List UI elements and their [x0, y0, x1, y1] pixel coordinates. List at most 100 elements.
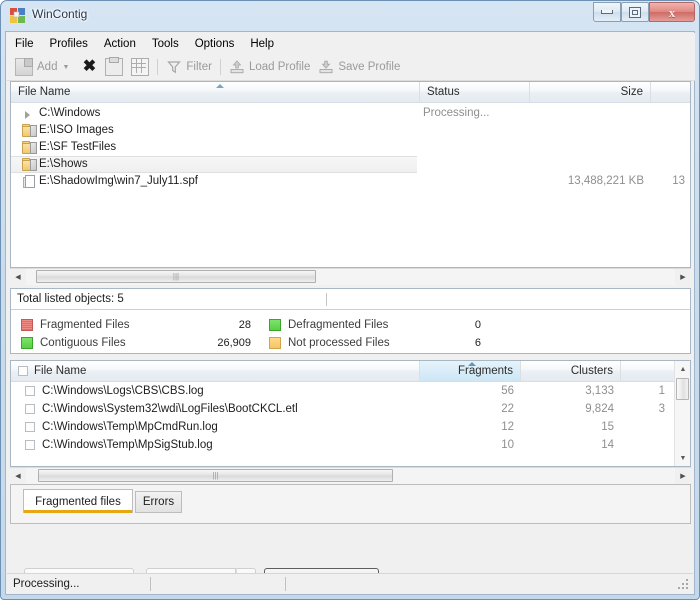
expander-triangle-icon[interactable]	[25, 111, 30, 119]
cell-size: 13,488,221 KB	[567, 175, 644, 187]
menu-action[interactable]: Action	[96, 35, 144, 53]
status-text: Processing...	[13, 577, 80, 590]
cell-status: Processing...	[423, 107, 490, 119]
table-row[interactable]: C:\Windows Processing...	[11, 105, 690, 122]
not-processed-color-swatch	[269, 337, 281, 349]
table-row[interactable]: C:\Windows\Logs\CBS\CBS.log 56 3,133 1	[11, 382, 673, 400]
close-button[interactable]: x	[649, 2, 695, 22]
toolbar-filter-button[interactable]: Filter	[162, 55, 216, 79]
table-row[interactable]: E:\ISO Images	[11, 122, 690, 139]
stat-value-fragmented: 28	[238, 319, 251, 331]
summary-panel: Total listed objects: 5 Fragmented Files…	[10, 288, 691, 354]
cell-fragments: 12	[501, 421, 514, 433]
stat-value-contiguous: 26,909	[217, 337, 251, 349]
total-objects-label: Total listed objects: 5	[17, 293, 124, 305]
table-row[interactable]: C:\Windows\Temp\MpCmdRun.log 12 15	[11, 418, 673, 436]
stat-label: Not processed Files	[288, 337, 390, 349]
toolbar-delete-button[interactable]: ✖	[77, 55, 101, 79]
stat-label: Defragmented Files	[288, 319, 389, 331]
folder-icon	[22, 124, 37, 137]
menu-file[interactable]: File	[7, 35, 42, 53]
column-header-size[interactable]: Size	[530, 82, 651, 102]
cell-file-name: E:\SF TestFiles	[39, 141, 117, 153]
client-area: File Profiles Action Tools Options Help …	[5, 31, 695, 595]
toolbar-save-profile-label: Save Profile	[338, 61, 401, 73]
table-row[interactable]: C:\Windows\Temp\MpSigStub.log 10 14	[11, 436, 673, 454]
maximize-button[interactable]	[621, 2, 649, 22]
status-separator-2	[285, 577, 286, 591]
chevron-down-icon[interactable]: ▼	[62, 64, 69, 71]
hscroll-thumb[interactable]: |||	[36, 269, 316, 283]
top-list-hscrollbar[interactable]: ◀ ||| ▶	[10, 268, 691, 285]
tool-bar: Add ▼ ✖ Filter Load Profile Save Profile	[7, 54, 695, 81]
toolbar-grid-button[interactable]	[127, 55, 153, 79]
toolbar-clipboard-button[interactable]	[101, 55, 127, 79]
toolbar-add-label: Add	[37, 61, 58, 73]
table-row-selected[interactable]: E:\Shows	[11, 156, 417, 173]
tab-errors[interactable]: Errors	[135, 491, 182, 513]
cell-file-name: C:\Windows\Temp\MpCmdRun.log	[42, 421, 218, 433]
column-header-extra[interactable]	[651, 82, 690, 102]
hscroll-track-2[interactable]: |||	[26, 467, 675, 484]
scroll-up-arrow[interactable]: ▲	[675, 361, 691, 377]
resize-grip[interactable]	[678, 579, 690, 591]
table-row[interactable]: E:\SF TestFiles	[11, 139, 690, 156]
row-checkbox[interactable]	[25, 440, 35, 450]
hscroll-track[interactable]: |||	[26, 268, 675, 285]
tab-fragmented-files[interactable]: Fragmented files	[23, 489, 133, 513]
table-row[interactable]: E:\ShadowImg\win7_July11.spf 13,488,221 …	[11, 173, 690, 190]
column-header-file-name-2[interactable]: File Name	[11, 361, 420, 381]
menu-profiles[interactable]: Profiles	[42, 35, 96, 53]
folder-icon	[22, 158, 37, 171]
sort-ascending-icon-2	[468, 362, 476, 366]
cell-extra: 13	[672, 175, 685, 187]
bottom-list-vscrollbar[interactable]: ▲ ▼	[674, 361, 690, 466]
delete-x-icon: ✖	[82, 58, 97, 75]
load-profile-icon	[229, 59, 245, 75]
stat-defragmented-files: Defragmented Files	[269, 319, 388, 331]
table-row[interactable]: C:\Windows\System32\wdi\LogFiles\BootCKC…	[11, 400, 673, 418]
column-header-file-name[interactable]: File Name	[11, 82, 420, 102]
stat-value-not-processed: 6	[474, 337, 481, 349]
add-item-icon	[15, 58, 33, 76]
row-checkbox[interactable]	[25, 422, 35, 432]
toolbar-save-profile-button[interactable]: Save Profile	[314, 55, 404, 79]
toolbar-filter-label: Filter	[186, 61, 212, 73]
scroll-right-arrow-2[interactable]: ▶	[675, 468, 691, 484]
scroll-left-arrow-2[interactable]: ◀	[10, 468, 26, 484]
column-header-fragments[interactable]: Fragments	[420, 361, 521, 381]
menu-options[interactable]: Options	[187, 35, 243, 53]
menu-help[interactable]: Help	[242, 35, 282, 53]
bottom-list-hscrollbar[interactable]: ◀ ||| ▶	[10, 467, 691, 484]
column-header-status[interactable]: Status	[420, 82, 530, 102]
target-items-list[interactable]: File Name Status Size C:\Windows Process…	[10, 81, 691, 268]
cell-file-name: E:\ShadowImg\win7_July11.spf	[39, 175, 198, 187]
scroll-down-arrow[interactable]: ▼	[675, 450, 691, 466]
cell-file-name: C:\Windows\Temp\MpSigStub.log	[42, 439, 213, 451]
stat-contiguous-files: Contiguous Files	[21, 337, 126, 349]
cell-file-name: E:\Shows	[39, 158, 88, 170]
hscroll-thumb-2[interactable]: |||	[38, 468, 393, 482]
minimize-button[interactable]	[593, 2, 621, 22]
folder-icon	[22, 141, 37, 154]
menu-tools[interactable]: Tools	[144, 35, 187, 53]
menu-bar: File Profiles Action Tools Options Help	[7, 33, 695, 54]
row-checkbox[interactable]	[25, 386, 35, 396]
toolbar-separator-1	[157, 59, 159, 75]
toolbar-load-profile-button[interactable]: Load Profile	[225, 55, 314, 79]
column-header-clusters[interactable]: Clusters	[521, 361, 621, 381]
scroll-left-arrow[interactable]: ◀	[10, 269, 26, 285]
fragmented-files-list[interactable]: File Name Fragments Clusters C:\Windows\…	[10, 360, 691, 467]
toolbar-add-button[interactable]: Add ▼	[11, 55, 73, 79]
top-list-rows: C:\Windows Processing... E:\ISO Images E…	[11, 103, 690, 267]
title-bar: WinContig x	[1, 1, 700, 31]
total-objects-bar: Total listed objects: 5	[11, 289, 690, 310]
column-header-extra-2[interactable]	[621, 361, 674, 381]
select-all-checkbox[interactable]	[18, 366, 28, 376]
scroll-right-arrow[interactable]: ▶	[675, 269, 691, 285]
file-icon	[23, 175, 35, 188]
vscroll-thumb[interactable]	[676, 378, 689, 400]
clipboard-icon	[105, 57, 124, 76]
cell-fragments: 22	[501, 403, 514, 415]
row-checkbox[interactable]	[25, 404, 35, 414]
